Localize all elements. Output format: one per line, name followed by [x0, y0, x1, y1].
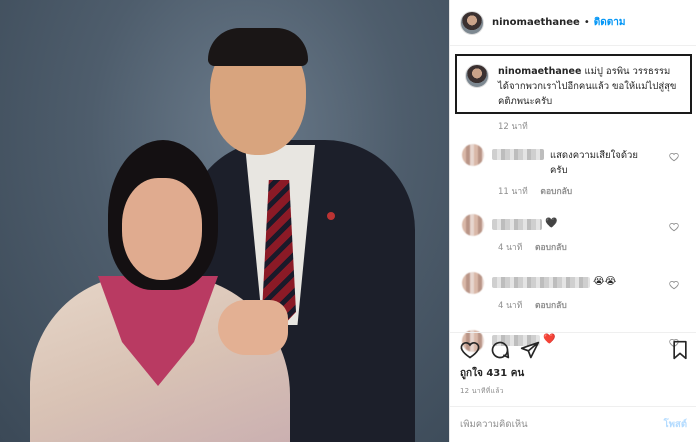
instagram-post: ninomaethanee • ติดตาม ninomaethanee แม่… — [0, 0, 696, 442]
comment-meta: 4 นาที ตอบกลับ — [498, 240, 567, 254]
caption-avatar[interactable] — [465, 64, 489, 88]
action-bar — [458, 340, 691, 362]
caption-username[interactable]: ninomaethanee — [498, 66, 581, 77]
avatar[interactable] — [460, 10, 484, 35]
comment-meta: 11 นาที ตอบกลับ — [498, 184, 572, 198]
reply-button[interactable]: ตอบกลับ — [535, 301, 567, 311]
post-sidebar: ninomaethanee • ติดตาม ninomaethanee แม่… — [449, 0, 696, 442]
comment-time: 11 นาที — [498, 187, 528, 197]
posted-time: 12 นาทีที่แล้ว — [460, 387, 504, 395]
comment-heart-icon[interactable] — [669, 222, 679, 232]
photo-lapel-pin — [327, 212, 335, 220]
comment-time: 4 นาที — [498, 301, 523, 311]
caption-time: 12 นาที — [498, 122, 528, 132]
post-photo[interactable] — [0, 0, 449, 442]
comment-list: แสดงความเสียใจด้วยครับ 11 นาที ตอบกลับ 🖤… — [450, 138, 696, 354]
comment-emoji: 😭😭 — [593, 276, 617, 287]
header-username[interactable]: ninomaethanee — [492, 17, 580, 28]
blurred-username — [492, 219, 542, 230]
likes-count[interactable]: ถูกใจ 431 คน — [460, 366, 524, 381]
comment-item: 😭😭 4 นาที ตอบกลับ — [450, 266, 696, 324]
comment-icon[interactable] — [490, 340, 510, 360]
post-header: ninomaethanee • ติดตาม — [450, 0, 696, 46]
blurred-username — [492, 277, 590, 288]
comment-text: แสดงความเสียใจด้วยครับ — [550, 150, 638, 176]
comment-heart-icon[interactable] — [669, 152, 679, 162]
photo-woman-face — [122, 178, 202, 280]
comment-time: 4 นาที — [498, 243, 523, 253]
comment-meta: 4 นาที ตอบกลับ — [498, 298, 567, 312]
actions-divider — [450, 332, 696, 333]
reply-button[interactable]: ตอบกลับ — [540, 187, 572, 197]
comment-emoji: 🖤 — [545, 218, 558, 229]
comment-heart-icon[interactable] — [669, 280, 679, 290]
comment-avatar[interactable] — [462, 272, 484, 294]
bookmark-icon[interactable] — [670, 340, 690, 360]
follow-button[interactable]: ติดตาม — [594, 15, 626, 30]
add-comment-bar: โพสต์ — [450, 406, 696, 442]
comment-item: 🖤 4 นาที ตอบกลับ — [450, 208, 696, 266]
blurred-username — [492, 149, 544, 160]
caption-text: ninomaethanee แม่ปู อรพิน วรรธรรม ได้จาก… — [498, 64, 682, 112]
reply-button[interactable]: ตอบกลับ — [535, 243, 567, 253]
comment-avatar[interactable] — [462, 144, 484, 166]
post-button[interactable]: โพสต์ — [664, 417, 687, 432]
header-separator: • — [583, 17, 590, 28]
photo-man-hair — [208, 28, 308, 66]
comment-avatar[interactable] — [462, 214, 484, 236]
comment-input[interactable] — [460, 419, 664, 430]
heart-icon[interactable] — [460, 340, 480, 360]
share-icon[interactable] — [520, 340, 540, 360]
caption-box: ninomaethanee แม่ปู อรพิน วรรธรรม ได้จาก… — [455, 54, 692, 114]
photo-hands — [218, 300, 288, 355]
comment-item: แสดงความเสียใจด้วยครับ 11 นาที ตอบกลับ — [450, 138, 696, 198]
